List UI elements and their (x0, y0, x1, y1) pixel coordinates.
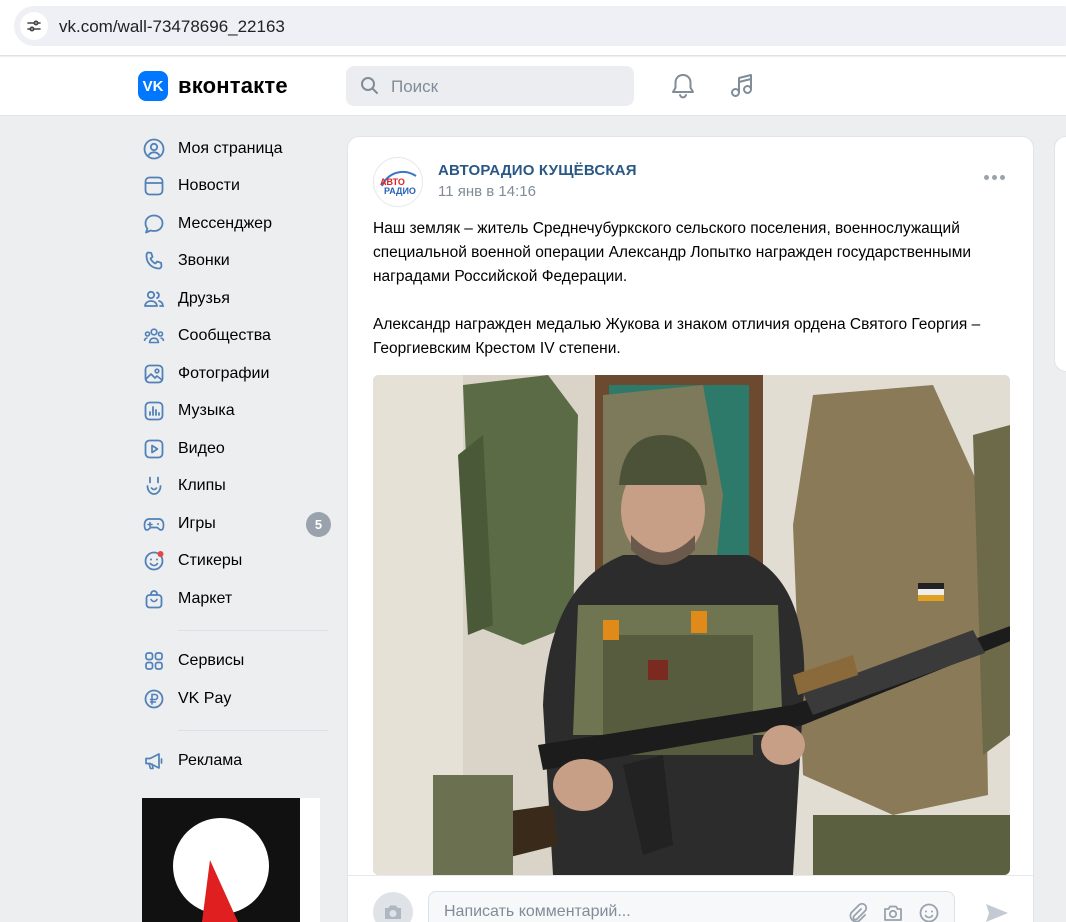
sidebar-divider (178, 629, 328, 631)
video-icon (142, 437, 166, 461)
message-icon (142, 212, 166, 236)
more-options-icon[interactable] (984, 175, 1005, 180)
sidebar-item-friends[interactable]: Друзья (138, 280, 338, 318)
sidebar-item-label: Сообщества (178, 327, 271, 345)
sidebar-item-label: Реклама (178, 752, 243, 770)
sidebar-item-label: VK Pay (178, 689, 232, 707)
comment-bar: Написать комментарий... (348, 875, 1033, 922)
bell-icon[interactable] (670, 72, 696, 100)
sidebar-item-label: Фотографии (178, 364, 270, 382)
music-note-icon[interactable] (729, 72, 755, 100)
market-icon (142, 587, 166, 611)
megaphone-icon (142, 749, 166, 773)
send-icon[interactable] (984, 901, 1010, 922)
sidebar-item-games[interactable]: Игры 5 (138, 505, 338, 543)
sidebar-item-label: Звонки (178, 252, 230, 270)
sidebar-item-calls[interactable]: Звонки (138, 243, 338, 281)
avatar-logo-bottom: РАДИО (384, 186, 416, 196)
sidebar-item-communities[interactable]: Сообщества (138, 318, 338, 356)
services-icon (142, 649, 166, 673)
post-paragraph: Наш земляк – житель Среднечубуркского се… (373, 220, 972, 285)
sidebar-item-label: Новости (178, 177, 240, 195)
sidebar-item-services[interactable]: Сервисы (138, 643, 338, 681)
sidebar-item-my-page[interactable]: Моя страница (138, 130, 338, 168)
gamepad-icon (142, 512, 166, 536)
sidebar-item-market[interactable]: Маркет (138, 580, 338, 618)
comment-placeholder: Написать комментарий... (444, 903, 631, 920)
communities-icon (142, 324, 166, 348)
sidebar-item-news[interactable]: Новости (138, 168, 338, 206)
sidebar-item-label: Игры (178, 514, 216, 532)
vkpay-icon (142, 687, 166, 711)
camera-icon[interactable] (373, 892, 413, 922)
comment-input[interactable]: Написать комментарий... (428, 891, 955, 922)
vk-header: VK вконтакте Поиск (0, 57, 1066, 116)
sidebar-item-vkpay[interactable]: VK Pay (138, 680, 338, 718)
emoji-icon[interactable] (918, 902, 940, 922)
sidebar-item-video[interactable]: Видео (138, 430, 338, 468)
sticker-icon (142, 549, 166, 573)
friends-icon (142, 287, 166, 311)
sidebar-item-label: Музыка (178, 402, 235, 420)
photo-icon (142, 362, 166, 386)
url-field[interactable]: vk.com/wall-73478696_22163 (14, 6, 1066, 46)
phone-icon (142, 249, 166, 273)
sidebar-item-photos[interactable]: Фотографии (138, 355, 338, 393)
left-sidebar: Моя страница Новости Мессенджер Звонки Д… (138, 130, 338, 780)
user-circle-icon (142, 137, 166, 161)
sidebar-item-label: Моя страница (178, 139, 283, 157)
browser-address-bar: vk.com/wall-73478696_22163 (0, 0, 1066, 56)
url-text: vk.com/wall-73478696_22163 (59, 17, 285, 36)
site-info-icon[interactable] (20, 12, 48, 40)
sidebar-item-label: Стикеры (178, 552, 243, 570)
sidebar-item-clips[interactable]: Клипы (138, 468, 338, 506)
news-icon (142, 174, 166, 198)
post-paragraph: Александр награжден медалью Жукова и зна… (373, 316, 981, 357)
sidebar-item-messenger[interactable]: Мессенджер (138, 205, 338, 243)
sidebar-item-label: Мессенджер (178, 214, 272, 232)
sidebar-divider (178, 729, 328, 731)
sidebar-item-label: Друзья (178, 289, 230, 307)
post-date[interactable]: 11 янв в 14:16 (438, 183, 536, 200)
author-avatar[interactable]: АВТО РАДИО (373, 157, 423, 207)
sidebar-item-stickers[interactable]: Стикеры (138, 543, 338, 581)
sidebar-item-label: Клипы (178, 477, 226, 495)
games-count-badge: 5 (306, 512, 331, 537)
photo-camera-icon[interactable] (882, 902, 904, 922)
vk-logo[interactable]: VK вконтакте (138, 71, 288, 101)
sidebar-item-ads[interactable]: Реклама (138, 743, 338, 781)
vk-logo-text: вконтакте (178, 73, 288, 98)
wall-post-card: АВТО РАДИО АВТОРАДИО КУЩЁВСКАЯ 11 янв в … (347, 136, 1034, 922)
search-placeholder: Поиск (391, 77, 439, 96)
sidebar-item-music[interactable]: Музыка (138, 393, 338, 431)
sidebar-ad-image[interactable] (142, 798, 320, 922)
search-input[interactable]: Поиск (346, 66, 634, 106)
attach-icon[interactable] (846, 902, 868, 922)
post-text: Наш земляк – житель Среднечубуркского се… (373, 217, 1013, 385)
vk-logo-icon: VK (138, 71, 168, 101)
post-author-name[interactable]: АВТОРАДИО КУЩЁВСКАЯ (438, 162, 637, 179)
music-icon (142, 399, 166, 423)
right-column-card (1054, 136, 1066, 372)
post-photo[interactable] (373, 375, 1010, 875)
sidebar-item-label: Видео (178, 439, 225, 457)
sidebar-item-label: Маркет (178, 589, 233, 607)
sidebar-item-label: Сервисы (178, 652, 245, 670)
search-icon (361, 77, 378, 94)
clips-icon (142, 474, 166, 498)
